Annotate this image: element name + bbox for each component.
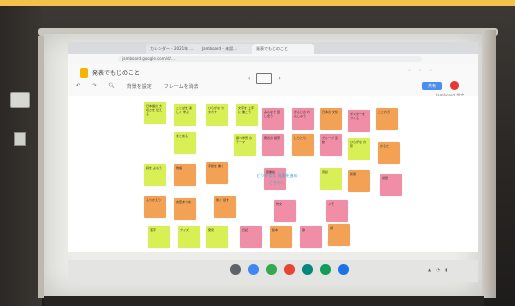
share-button[interactable]: 共有	[422, 82, 442, 90]
system-tray[interactable]: ▲ ◔ ▮	[428, 267, 449, 272]
jamboard-logo-icon	[80, 68, 88, 78]
sticky-note[interactable]: かんじの れんしゅう	[292, 108, 314, 130]
taskbar: ▲ ◔ ▮	[68, 260, 478, 282]
sticky-note[interactable]: グループ 活動	[320, 134, 342, 156]
sticky-note[interactable]: ポスターを つくる	[348, 110, 370, 132]
wall-socket	[14, 132, 26, 146]
floor	[44, 296, 484, 306]
sticky-note[interactable]: 詩を よもう	[144, 164, 166, 186]
wall-left	[0, 6, 42, 306]
sticky-note[interactable]: 言葉あつめ	[174, 198, 196, 220]
zoom-icon[interactable]: 🔍︎	[108, 83, 114, 93]
wall-switch	[10, 92, 30, 108]
redo-icon[interactable]: ↷	[92, 83, 96, 93]
docs-icon[interactable]	[338, 264, 349, 275]
frame-navigator: ‹ ›	[248, 73, 281, 84]
toolbar: ↶ ↷ 🔍︎ 背景を設定 フレームを消去	[76, 83, 199, 93]
sticky-note[interactable]: 文字を 上手に 書こう	[236, 104, 258, 126]
sticky-note[interactable]: 日記	[240, 226, 262, 248]
url-field[interactable]: jamboard.google.com/d/…	[118, 56, 422, 62]
sticky-note[interactable]: ひらがな の形	[348, 138, 370, 160]
sticky-note[interactable]: 日本語の 大切さを 伝える	[144, 102, 166, 124]
sticky-note[interactable]: 歌	[300, 226, 322, 248]
meet-icon[interactable]	[302, 264, 313, 275]
sticky-note[interactable]: 発表の 練習	[262, 134, 284, 156]
classroom-icon[interactable]	[320, 264, 331, 275]
launcher-icon[interactable]	[230, 264, 241, 275]
sticky-note[interactable]: クイズ	[178, 226, 200, 248]
sticky-note[interactable]: ことばを 楽しく 学ぶ	[174, 104, 196, 126]
dock-apps	[230, 264, 349, 275]
chevron-left-icon[interactable]: ‹	[248, 75, 250, 82]
jamboard-app-bar: 発表でもじのこと ↶ ↷ 🔍︎ 背景を設定 フレームを消去 ‹ › ◦ ◦ ◦ …	[68, 64, 478, 98]
browser-tab[interactable]: カレンダー - 2021年 …	[146, 44, 200, 54]
sticky-note[interactable]: 調べ学習 のテーマ	[234, 134, 256, 156]
sticky-note[interactable]: かるた	[378, 142, 400, 164]
clear-frame-button[interactable]: フレームを消去	[164, 83, 199, 93]
set-background-button[interactable]: 背景を設定	[127, 83, 152, 93]
browser-tab[interactable]: Jamboard - 未設…	[198, 44, 254, 54]
sticky-note[interactable]: 感想	[380, 174, 402, 196]
sticky-note[interactable]: 漢字	[148, 226, 170, 248]
browser-tab-bar: カレンダー - 2021年 … Jamboard - 未設… 発表でもじのこと	[68, 42, 478, 54]
sticky-note[interactable]: しりとり	[292, 134, 314, 156]
sticky-note[interactable]: メモ	[326, 200, 348, 222]
sticky-note[interactable]: 発見	[206, 226, 228, 248]
address-bar: jamboard.google.com/d/…	[68, 54, 478, 64]
sticky-note[interactable]: まとめる	[174, 132, 196, 154]
sticky-note[interactable]: 絵本	[270, 226, 292, 248]
sticky-note[interactable]: 物語	[174, 164, 196, 186]
sticky-note[interactable]: ふりかえり	[144, 196, 166, 218]
projected-screen: カレンダー - 2021年 … Jamboard - 未設… 発表でもじのこと …	[44, 34, 482, 296]
document-title[interactable]: 発表でもじのこと	[92, 68, 140, 77]
sticky-note[interactable]: 作文	[274, 200, 296, 222]
sticky-note[interactable]: 音読	[320, 168, 342, 190]
chevron-right-icon[interactable]: ›	[278, 75, 280, 82]
top-light-strip	[0, 0, 515, 6]
play-icon[interactable]	[284, 264, 295, 275]
sticky-note[interactable]: 日本の 文化	[320, 108, 342, 130]
sticky-note[interactable]: 新聞	[348, 170, 370, 192]
sticky-note[interactable]: 聞く 話す	[214, 196, 236, 218]
files-icon[interactable]	[266, 264, 277, 275]
avatar[interactable]	[450, 81, 459, 90]
sticky-note[interactable]: みんなで 話し合う	[262, 108, 284, 130]
sticky-note[interactable]: ひらがな カタカナ	[206, 104, 228, 126]
sticky-note[interactable]: 劇	[328, 224, 350, 246]
undo-icon[interactable]: ↶	[76, 83, 80, 93]
browser-tab-active[interactable]: 発表でもじのこと	[252, 44, 314, 54]
chrome-icon[interactable]	[248, 264, 259, 275]
sticky-note[interactable]: 手紙を 書く	[206, 162, 228, 184]
frame-thumbnail[interactable]	[256, 73, 273, 84]
projector-screen-frame-right	[482, 30, 496, 298]
center-handwritten-text[interactable]: どうかなな 発表を進め こちら！	[254, 172, 300, 186]
window-icons: ◦ ◦ ◦	[408, 68, 436, 74]
sticky-note[interactable]: ことわざ	[376, 108, 398, 130]
